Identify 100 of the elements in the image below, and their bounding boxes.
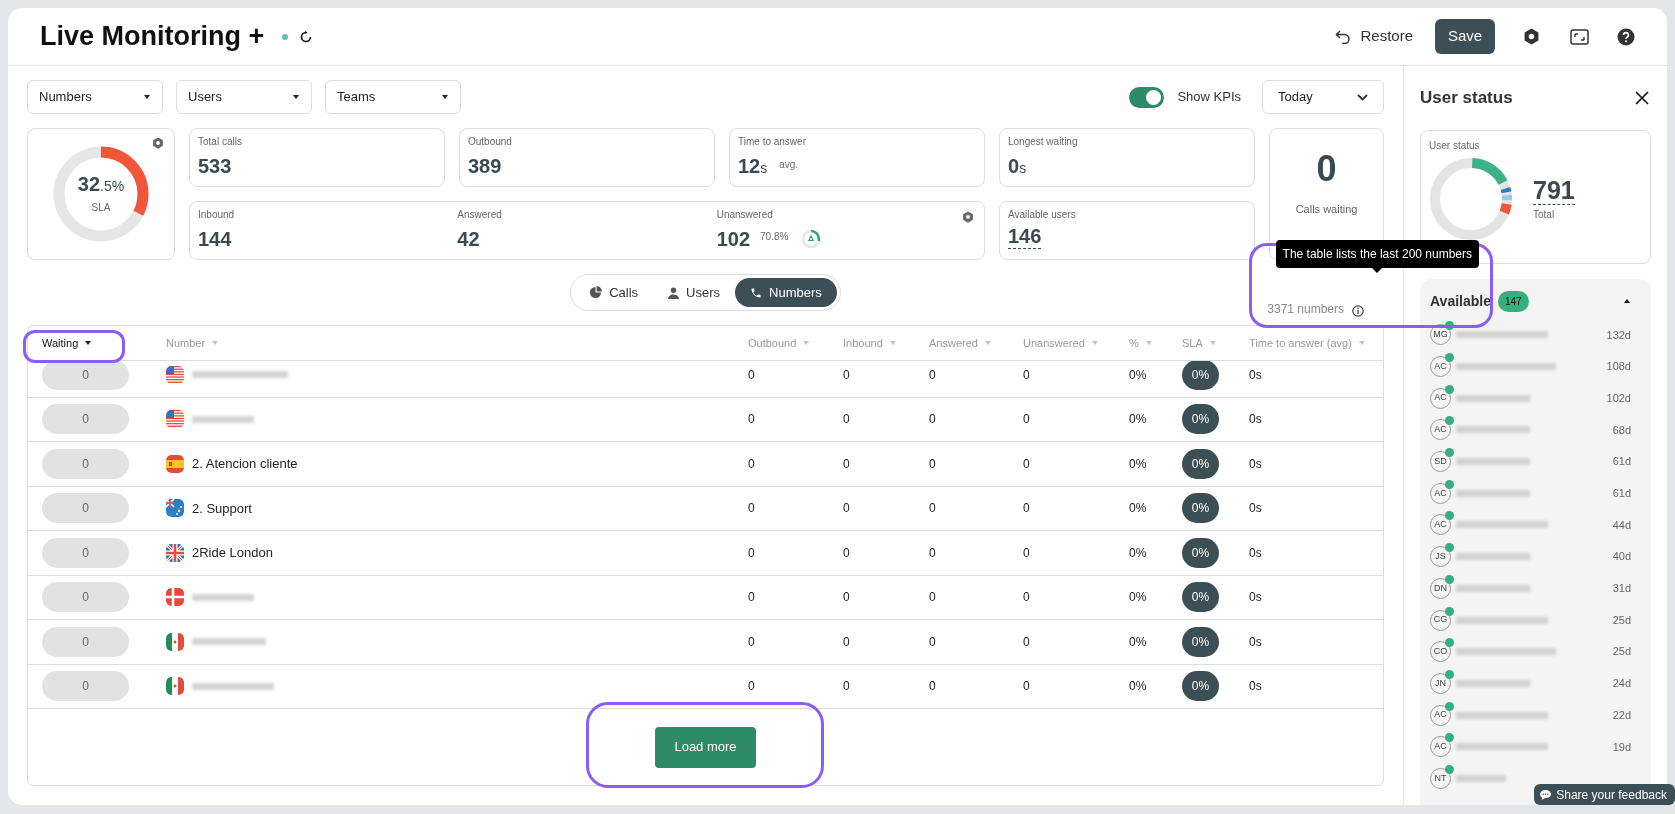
- table-cell-text: 0: [1023, 633, 1031, 651]
- waiting-pill: 0: [42, 404, 129, 435]
- waiting-pill: 0: [42, 626, 129, 657]
- caret-icon: [84, 340, 93, 346]
- flag-icon: [166, 410, 184, 429]
- table-cell-text: 0s: [1249, 678, 1263, 696]
- table-cell-text: 0: [1023, 544, 1031, 562]
- close-icon[interactable]: [1635, 91, 1649, 105]
- table-cell-text: 0%: [1129, 366, 1148, 384]
- table-cell-text: 0: [929, 411, 937, 429]
- waiting-pill: 0: [42, 448, 129, 479]
- kpi-label: Unanswered: [716, 208, 773, 222]
- feedback-button[interactable]: Share your feedback: [1534, 784, 1675, 805]
- kpi-label: Outbound: [468, 135, 513, 149]
- sla-pill: 0%: [1182, 493, 1219, 524]
- kpi-label: Available users: [1008, 208, 1077, 222]
- table-cell-text: 0s: [1249, 366, 1263, 384]
- load-more-button[interactable]: Load more: [655, 726, 756, 768]
- table-cell-text: 0: [843, 366, 851, 384]
- tooltip-pointer: [1372, 268, 1383, 273]
- numbers-count: 3371 numbers: [1267, 301, 1344, 318]
- number-name: 2. Atencion cliente: [192, 455, 298, 473]
- table-cell-text: 0s: [1249, 500, 1263, 518]
- table-cell-text: 0: [748, 544, 756, 562]
- refresh-icon[interactable]: [300, 30, 313, 43]
- filter-dropdown[interactable]: Users: [176, 80, 312, 114]
- user-duration: 31d: [1612, 581, 1631, 597]
- view-tab[interactable]: Numbers: [735, 278, 837, 307]
- settings-icon[interactable]: [1523, 28, 1540, 45]
- table-cell-text: 0s: [1249, 589, 1263, 607]
- caret-icon: [1090, 340, 1099, 346]
- sla-pill: 0%: [1182, 404, 1219, 435]
- group-header[interactable]: Available 147: [1430, 289, 1641, 313]
- user-duration: 132d: [1606, 327, 1631, 343]
- flag-icon: [166, 588, 184, 607]
- table-cell-text: 0%: [1129, 455, 1148, 473]
- kpi-value: 42: [457, 227, 480, 252]
- table-cell-text: 0: [929, 455, 937, 473]
- filter-dropdown[interactable]: Teams: [325, 80, 461, 114]
- kpi-label: Time to answer: [738, 135, 807, 149]
- table-cell-text: 0: [748, 500, 756, 518]
- table-cell-text: 0: [1023, 411, 1031, 429]
- column-header[interactable]: Waiting: [28, 334, 166, 352]
- table-cell-text: 0: [929, 366, 937, 384]
- user-duration: 68d: [1612, 422, 1631, 438]
- kpi-value: 533: [198, 154, 232, 179]
- sla-pill: 0%: [1182, 537, 1219, 568]
- count-badge: 147: [1497, 290, 1529, 312]
- table-cell-text: 0s: [1249, 411, 1263, 429]
- flag-icon: [166, 499, 184, 518]
- show-kpis-toggle[interactable]: [1129, 86, 1165, 108]
- calls-waiting-label: Calls waiting: [1295, 202, 1358, 217]
- user-duration: 44d: [1612, 517, 1631, 533]
- sla-pill: 0%: [1182, 671, 1219, 702]
- table-cell-text: 0: [843, 411, 851, 429]
- table-cell-text: 0%: [1129, 544, 1148, 562]
- user-duration: 108d: [1606, 359, 1631, 375]
- save-button[interactable]: Save: [1435, 19, 1495, 54]
- user-duration: 40d: [1612, 549, 1631, 565]
- user-duration: 61d: [1612, 454, 1631, 470]
- info-icon[interactable]: [1352, 305, 1364, 317]
- caret-icon: [1144, 340, 1153, 346]
- filter-dropdown[interactable]: Numbers: [27, 80, 163, 114]
- settings-icon[interactable]: [962, 211, 974, 223]
- help-icon[interactable]: [1617, 27, 1635, 46]
- fullscreen-icon[interactable]: [1570, 28, 1589, 45]
- kpi-label: Total calls: [198, 135, 243, 149]
- kpi-label: Longest waiting: [1008, 135, 1079, 149]
- page-title: Live Monitoring +: [40, 20, 265, 54]
- table-cell-text: 0: [748, 678, 756, 696]
- number-name: 2. Support: [192, 499, 252, 518]
- table-cell-text: 0: [748, 366, 756, 384]
- caret-icon: [211, 340, 220, 346]
- undo-icon: [1335, 29, 1352, 44]
- view-tab[interactable]: Calls: [574, 278, 654, 307]
- table-cell-text: 0: [929, 678, 937, 696]
- user-duration: 25d: [1612, 644, 1631, 660]
- caret-icon: [292, 94, 300, 100]
- table-cell-text: 0s: [1249, 544, 1263, 562]
- table-cell-text: 0%: [1129, 589, 1148, 607]
- pie-chart-icon: [589, 286, 603, 299]
- user-duration: 61d: [1612, 486, 1631, 502]
- waiting-pill: 0: [42, 671, 129, 702]
- table-cell-text: 0: [843, 633, 851, 651]
- user-icon: [668, 286, 680, 299]
- settings-icon[interactable]: [152, 137, 164, 149]
- flag-icon: [166, 632, 184, 651]
- waiting-pill: 0: [42, 582, 129, 613]
- period-dropdown[interactable]: Today: [1262, 80, 1384, 114]
- caret-icon: [983, 340, 992, 346]
- restore-button[interactable]: Restore: [1335, 25, 1413, 48]
- table-cell-text: 0: [929, 633, 937, 651]
- table-cell-text: 0: [929, 500, 937, 518]
- blurred-name: [192, 593, 254, 601]
- flag-icon: [166, 543, 184, 562]
- table-cell-text: 0: [843, 455, 851, 473]
- table-cell-text: 0: [1023, 678, 1031, 696]
- user-duration: 25d: [1612, 612, 1631, 628]
- table-cell-text: 0: [1023, 589, 1031, 607]
- view-tab[interactable]: Users: [653, 278, 736, 307]
